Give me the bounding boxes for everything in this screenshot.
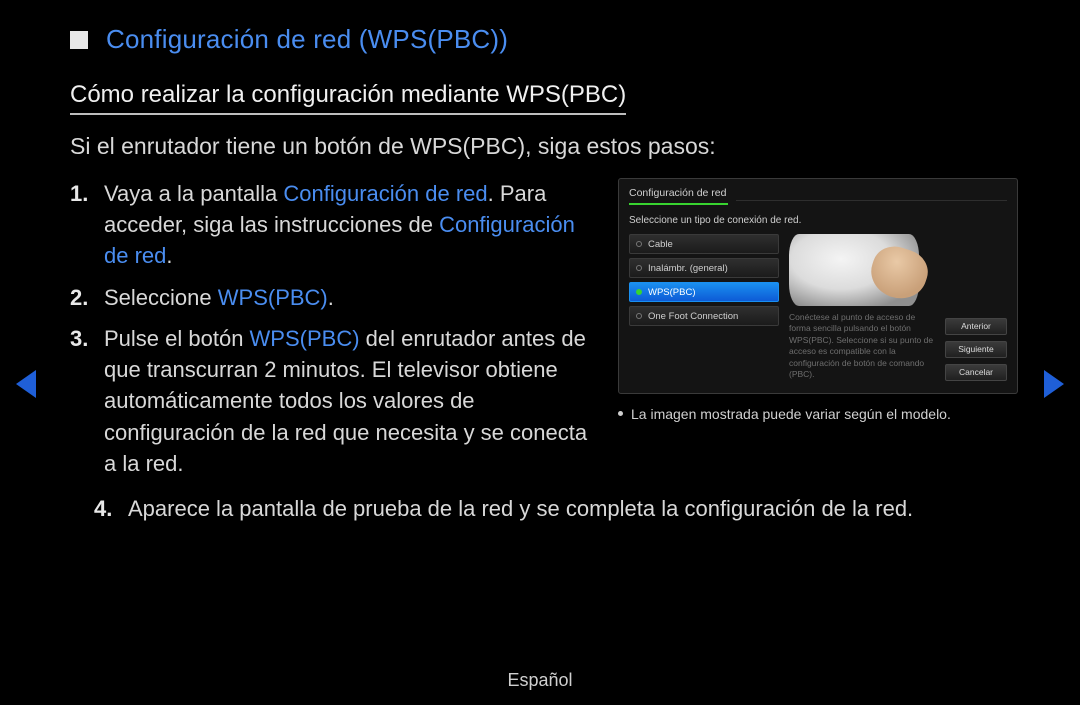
step-3: 3. Pulse el botón WPS(PBC) del enrutador…	[70, 323, 590, 479]
option-wireless-general: Inalámbr. (general)	[629, 258, 779, 278]
router-illustration	[789, 234, 919, 306]
option-wps-pbc: WPS(PBC)	[629, 282, 779, 302]
section-title: Configuración de red (WPS(PBC))	[106, 24, 508, 55]
step-body: Aparece la pantalla de prueba de la red …	[128, 493, 1010, 524]
subsection-heading: Cómo realizar la configuración mediante …	[70, 81, 626, 115]
intro-text: Si el enrutador tiene un botón de WPS(PB…	[70, 133, 1010, 160]
image-caption: La imagen mostrada puede variar según el…	[618, 406, 951, 422]
bullet-icon	[618, 411, 623, 416]
panel-header: Configuración de red	[629, 187, 1007, 205]
step-number: 3.	[70, 323, 104, 479]
step-number: 1.	[70, 178, 104, 272]
prev-button: Anterior	[945, 318, 1007, 335]
radio-icon	[636, 241, 642, 247]
option-one-foot: One Foot Connection	[629, 306, 779, 326]
step-1: 1. Vaya a la pantalla Configuración de r…	[70, 178, 590, 272]
cancel-button: Cancelar	[945, 364, 1007, 381]
option-description: Conéctese al punto de acceso de forma se…	[789, 312, 934, 381]
panel-tab-active: Configuración de red	[629, 187, 728, 205]
step-number: 4.	[94, 493, 128, 524]
option-cable: Cable	[629, 234, 779, 254]
manual-page: Configuración de red (WPS(PBC)) Cómo rea…	[0, 0, 1080, 524]
step-body: Vaya a la pantalla Configuración de red.…	[104, 178, 590, 272]
prev-page-arrow[interactable]	[16, 370, 36, 398]
step-4: 4. Aparece la pantalla de prueba de la r…	[70, 493, 1010, 524]
title-suffix: )	[499, 24, 508, 54]
next-button: Siguiente	[945, 341, 1007, 358]
radio-icon	[636, 313, 642, 319]
section-title-row: Configuración de red (WPS(PBC))	[70, 24, 1010, 55]
panel-header-line	[736, 187, 1007, 201]
step-body: Pulse el botón WPS(PBC) del enrutador an…	[104, 323, 590, 479]
hand-icon	[865, 241, 934, 306]
title-emph: WPS(PBC)	[368, 24, 500, 54]
square-bullet-icon	[70, 31, 88, 49]
radio-icon	[636, 265, 642, 271]
panel-subtitle: Seleccione un tipo de conexión de red.	[629, 215, 1007, 226]
page-language-footer: Español	[0, 670, 1080, 691]
radio-icon	[636, 289, 642, 295]
panel-buttons: Anterior Siguiente Cancelar	[945, 234, 1007, 381]
network-setup-screenshot: Configuración de red Seleccione un tipo …	[618, 178, 1018, 394]
step-2: 2. Seleccione WPS(PBC).	[70, 282, 590, 313]
title-prefix: Configuración de red (	[106, 24, 368, 54]
connection-options-list: Cable Inalámbr. (general) WPS(PBC)	[629, 234, 779, 381]
step-body: Seleccione WPS(PBC).	[104, 282, 590, 313]
step-number: 2.	[70, 282, 104, 313]
next-page-arrow[interactable]	[1044, 370, 1064, 398]
